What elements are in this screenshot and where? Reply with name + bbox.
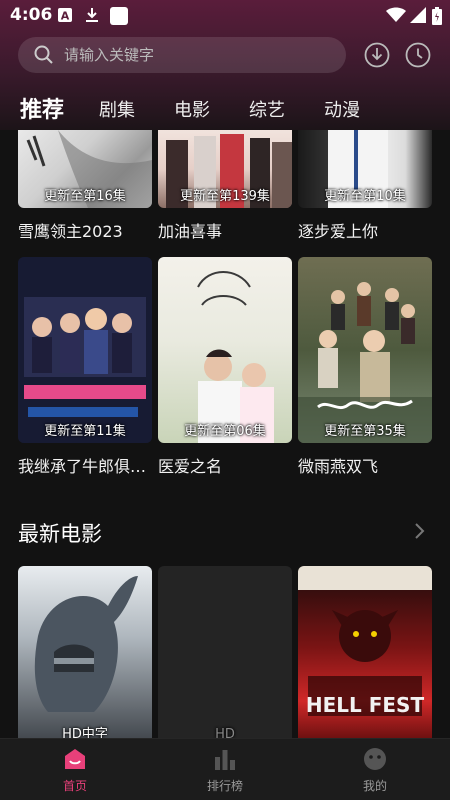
notification-a-icon: A bbox=[58, 7, 72, 27]
poster-art bbox=[298, 282, 432, 443]
series-card[interactable]: 更新至第16集 雪鹰领主2023 bbox=[18, 130, 152, 242]
poster-image: HELL FEST bbox=[298, 566, 432, 738]
tab-series[interactable]: 剧集 bbox=[99, 96, 135, 122]
nav-profile[interactable]: 我的 bbox=[300, 739, 450, 800]
movie-card[interactable]: HD中字 bbox=[18, 566, 152, 738]
movie-card[interactable]: HD bbox=[158, 566, 292, 738]
status-bar: 4:06 A bbox=[0, 0, 450, 30]
poster-image: 更新至第10集 bbox=[298, 130, 432, 208]
bottom-navigation: 首页 排行榜 我的 bbox=[0, 738, 450, 800]
download-manager-icon[interactable] bbox=[364, 42, 390, 72]
poster-image: 更新至第35集 bbox=[298, 257, 432, 443]
app-notification-icon bbox=[110, 7, 128, 29]
home-icon bbox=[63, 747, 87, 775]
search-input[interactable] bbox=[64, 37, 334, 73]
wifi-icon bbox=[386, 7, 406, 27]
episode-badge: 更新至第35集 bbox=[324, 424, 406, 439]
history-icon[interactable] bbox=[405, 42, 431, 72]
card-title: 加油喜事 bbox=[158, 222, 223, 241]
search-bar[interactable] bbox=[18, 37, 346, 73]
nav-home-label: 首页 bbox=[62, 779, 87, 793]
episode-badge: 更新至第06集 bbox=[184, 424, 266, 439]
content-feed[interactable]: 更新至第16集 雪鹰领主2023 更新至第139集 加油喜事 更新至第10集 逐… bbox=[0, 130, 450, 738]
poster-image: 更新至第11集 bbox=[18, 257, 152, 443]
bar-chart-icon bbox=[213, 747, 237, 775]
poster-art: HELL FEST bbox=[298, 566, 432, 717]
nav-home[interactable]: 首页 bbox=[0, 739, 150, 800]
movie-card[interactable]: HELL FEST bbox=[298, 566, 432, 738]
series-card[interactable]: 更新至第06集 医爱之名 bbox=[158, 257, 292, 477]
smiley-face-icon bbox=[363, 747, 387, 775]
poster-image: 更新至第06集 bbox=[158, 257, 292, 443]
search-icon bbox=[34, 45, 54, 69]
svg-text:A: A bbox=[61, 10, 70, 23]
tab-anime[interactable]: 动漫 bbox=[324, 96, 360, 122]
chevron-right-icon[interactable] bbox=[414, 522, 426, 544]
quality-badge: HD bbox=[215, 727, 235, 738]
episode-badge: 更新至第11集 bbox=[44, 424, 126, 439]
episode-badge: 更新至第16集 bbox=[44, 189, 126, 204]
quality-badge: HD中字 bbox=[62, 727, 108, 738]
category-tabs: 推荐 剧集 电影 综艺 动漫 bbox=[0, 88, 450, 128]
series-card[interactable]: 更新至第139集 加油喜事 bbox=[158, 130, 292, 242]
poster-image: 更新至第139集 bbox=[158, 130, 292, 208]
tab-recommend[interactable]: 推荐 bbox=[20, 92, 64, 124]
signal-icon bbox=[410, 7, 426, 27]
series-card[interactable]: 更新至第35集 微雨燕双飞 bbox=[298, 257, 432, 477]
status-time: 4:06 bbox=[10, 5, 53, 25]
nav-profile-label: 我的 bbox=[362, 779, 387, 793]
poster-art bbox=[197, 271, 274, 443]
svg-text:HELL FEST: HELL FEST bbox=[306, 693, 425, 717]
poster-art bbox=[18, 257, 152, 443]
download-icon bbox=[85, 7, 99, 27]
tab-movies[interactable]: 电影 bbox=[174, 96, 210, 122]
series-card[interactable]: 更新至第10集 逐步爱上你 bbox=[298, 130, 432, 242]
episode-badge: 更新至第10集 bbox=[324, 189, 406, 204]
nav-ranking[interactable]: 排行榜 bbox=[150, 739, 300, 800]
poster-image: HD bbox=[158, 566, 292, 738]
latest-movies-title: 最新电影 bbox=[18, 522, 102, 546]
header: 4:06 A 推荐 剧集 电影 综艺 动漫 bbox=[0, 0, 450, 130]
poster-image: 更新至第16集 bbox=[18, 130, 152, 208]
card-title: 我继承了牛郎俱乐部 bbox=[18, 457, 152, 476]
series-card[interactable]: 更新至第11集 我继承了牛郎俱乐部 bbox=[18, 257, 152, 477]
card-title: 雪鹰领主2023 bbox=[18, 222, 123, 241]
poster-image: HD中字 bbox=[18, 566, 152, 738]
card-title: 逐步爱上你 bbox=[298, 222, 379, 241]
battery-icon bbox=[432, 7, 442, 29]
card-title: 医爱之名 bbox=[158, 457, 223, 476]
poster-art bbox=[34, 576, 138, 712]
tab-variety[interactable]: 综艺 bbox=[249, 96, 285, 122]
episode-badge: 更新至第139集 bbox=[180, 189, 270, 204]
nav-ranking-label: 排行榜 bbox=[206, 779, 243, 793]
card-title: 微雨燕双飞 bbox=[298, 457, 379, 476]
